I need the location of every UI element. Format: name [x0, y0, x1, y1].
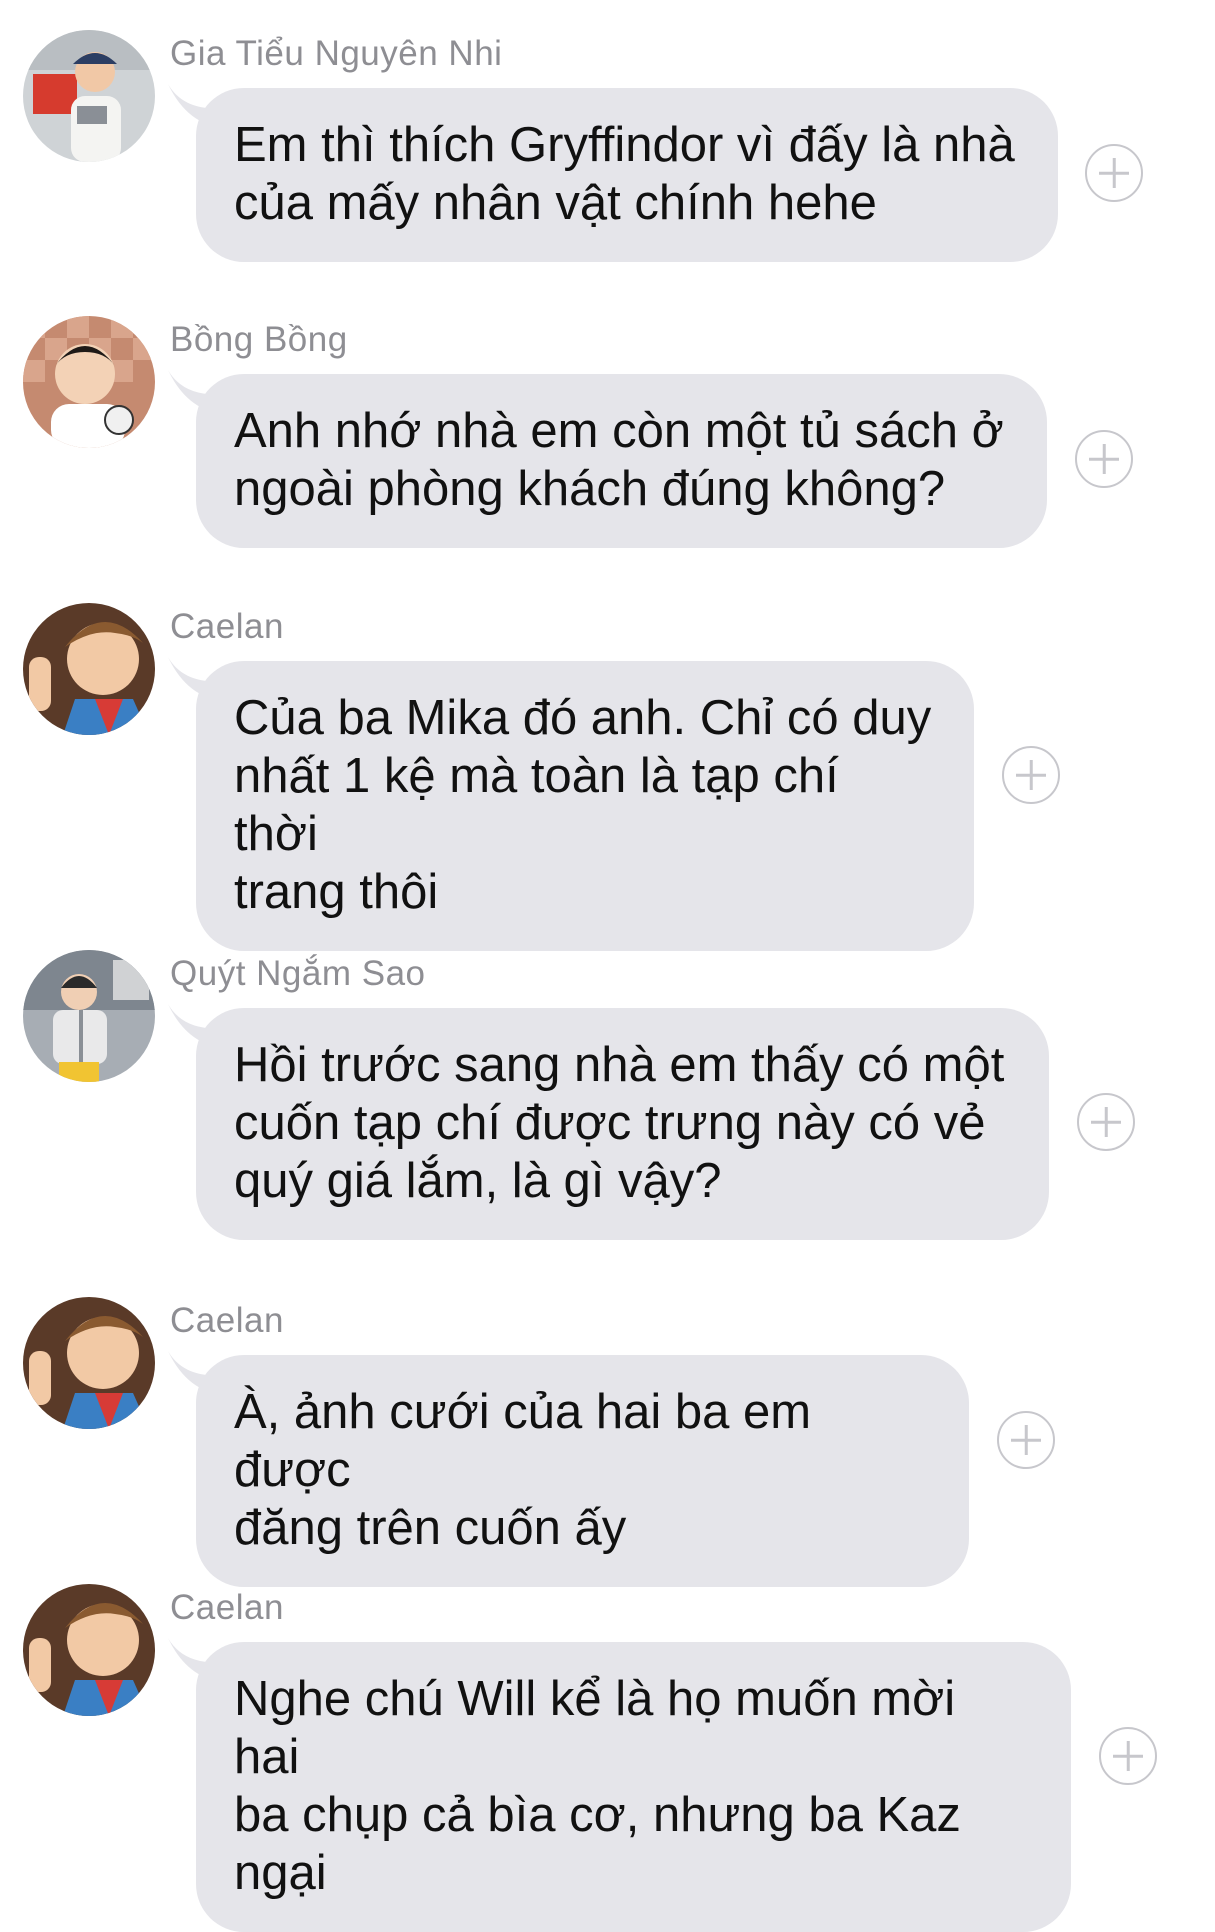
- message-bubble[interactable]: Em thì thích Gryffindor vì đấy là nhà củ…: [196, 88, 1058, 262]
- message-bubble[interactable]: Của ba Mika đó anh. Chỉ có duy nhất 1 kệ…: [196, 661, 974, 951]
- child-photo-icon: [23, 603, 155, 735]
- avatar[interactable]: [23, 603, 155, 735]
- message-bubble[interactable]: Hồi trước sang nhà em thấy có một cuốn t…: [196, 1008, 1049, 1240]
- add-reaction-icon[interactable]: [1075, 430, 1133, 488]
- avatar[interactable]: [23, 1297, 155, 1429]
- sender-name: Caelan: [170, 1301, 284, 1340]
- child-photo-icon: [23, 1584, 155, 1716]
- message-bubble[interactable]: Anh nhớ nhà em còn một tủ sách ở ngoài p…: [196, 374, 1047, 548]
- avatar[interactable]: [23, 1584, 155, 1716]
- sender-name: Caelan: [170, 1588, 284, 1627]
- add-reaction-icon[interactable]: [1099, 1727, 1157, 1785]
- avatar[interactable]: [23, 30, 155, 162]
- child-photo-icon: [23, 1297, 155, 1429]
- add-reaction-icon[interactable]: [1085, 144, 1143, 202]
- child-photo-icon: [23, 30, 155, 162]
- message-text: Em thì thích Gryffindor vì đấy là nhà củ…: [234, 118, 1015, 230]
- child-photo-icon: [23, 316, 155, 448]
- add-reaction-icon[interactable]: [1077, 1093, 1135, 1151]
- message-text: Của ba Mika đó anh. Chỉ có duy nhất 1 kệ…: [234, 691, 932, 919]
- message-bubble[interactable]: Nghe chú Will kể là họ muốn mời hai ba c…: [196, 1642, 1071, 1932]
- message-bubble[interactable]: À, ảnh cưới của hai ba em được đăng trên…: [196, 1355, 969, 1587]
- child-photo-icon: [23, 950, 155, 1082]
- message-text: Anh nhớ nhà em còn một tủ sách ở ngoài p…: [234, 404, 1004, 516]
- add-reaction-icon[interactable]: [997, 1411, 1055, 1469]
- message-text: Hồi trước sang nhà em thấy có một cuốn t…: [234, 1038, 1005, 1208]
- sender-name: Bồng Bồng: [170, 320, 348, 359]
- chat-thread: Gia Tiểu Nguyên Nhi Em thì thích Gryffin…: [0, 0, 1215, 1932]
- sender-name: Quýt Ngắm Sao: [170, 954, 426, 993]
- sender-name: Gia Tiểu Nguyên Nhi: [170, 34, 503, 73]
- avatar[interactable]: [23, 316, 155, 448]
- add-reaction-icon[interactable]: [1002, 746, 1060, 804]
- avatar[interactable]: [23, 950, 155, 1082]
- message-text: Nghe chú Will kể là họ muốn mời hai ba c…: [234, 1672, 961, 1900]
- sender-name: Caelan: [170, 607, 284, 646]
- message-text: À, ảnh cưới của hai ba em được đăng trên…: [234, 1385, 812, 1555]
